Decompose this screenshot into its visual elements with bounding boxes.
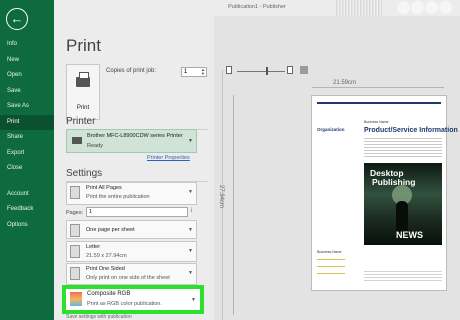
print-range-dropdown[interactable]: Print All Pages Print the entire publica… [66,182,197,205]
copies-value: 1 [184,69,188,75]
info-icon[interactable]: i [191,208,192,214]
page-section-name: Business Name [317,250,342,254]
height-ruler [233,95,234,315]
backstage-sidebar: ← Info New Open Save Save As Print Share… [0,0,54,320]
nav-item-feedback[interactable]: Feedback [0,202,54,218]
print-button-label: Print [76,105,90,111]
printer-status: Ready [87,143,103,149]
printer-dropdown[interactable]: Brother MFC-L8900CDW series Printer Read… [66,129,197,153]
chevron-down-icon: ▼ [188,270,193,276]
chevron-down-icon: ▼ [188,138,193,144]
printer-properties-link[interactable]: Printer Properties [147,155,190,161]
nav-item-print[interactable]: Print [0,114,54,130]
copies-label: Copies of print job: [106,68,157,74]
chevron-down-icon: ▼ [191,297,196,303]
width-ruler [312,87,444,88]
hero-news-label: NEWS [396,230,423,240]
printer-heading: Printer [66,116,96,127]
nav-item-export[interactable]: Export [0,146,54,162]
save-settings-checkbox[interactable]: Save settings with publication [66,314,132,320]
color-mode-desc: Print as RGB color publication. [87,301,162,307]
rgb-color-icon [70,292,82,306]
page-hero-image: Desktop Publishing NEWS [364,163,442,245]
paper-icon [70,245,80,258]
fit-page-icon[interactable] [300,66,308,74]
chevron-down-icon: ▼ [188,248,193,254]
hero-title-line2: Publishing [372,177,416,187]
spinner-arrows-icon[interactable]: ▲ ▼ [201,68,205,76]
page-footer-text [364,271,442,281]
printer-name: Brother MFC-L8900CDW series Printer [87,133,183,139]
printer-icon [76,72,90,87]
single-page-view-icon[interactable] [226,66,232,74]
pages-icon [70,186,80,199]
nav-item-account[interactable]: Account [0,187,54,203]
print-range-desc: Print the entire publication [86,194,150,200]
copies-stepper[interactable]: 1 ▲ ▼ [181,67,207,77]
pages-per-sheet-dropdown[interactable]: One page per sheet ▼ [66,220,197,239]
sides-desc: Only print on one side of the sheet [86,275,170,281]
nav-item-share[interactable]: Share [0,130,54,146]
one-sided-icon [70,267,80,280]
page-accent-line [317,273,345,274]
sides-label: Print One Sided [86,266,125,272]
chevron-down-icon: ▼ [188,227,193,233]
zoom-slider[interactable] [237,71,285,72]
title-decoration [397,1,452,15]
page-logo-text: Organization [317,127,345,132]
pages-input[interactable]: 1 [86,207,188,217]
paper-size-desc: 21.59 x 27.94cm [86,253,127,259]
page-accent-line [317,259,345,260]
print-button[interactable]: Print [66,64,100,120]
print-range-label: Print All Pages [86,185,122,191]
color-mode-dropdown[interactable]: Composite RGB Print as RGB color publica… [62,285,204,314]
pages-label: Pages: [66,210,84,216]
page-body-text [364,138,442,158]
settings-heading: Settings [66,168,103,179]
zoom-slider-thumb[interactable] [266,67,268,75]
backstage-nav: Info New Open Save Save As Print Share E… [0,37,54,233]
nav-item-info[interactable]: Info [0,37,54,53]
nav-item-open[interactable]: Open [0,68,54,84]
preview-page: Organization Business Name Product/Servi… [311,95,458,291]
page-title-text: Product/Service Information [364,127,458,134]
page-accent-line [317,266,345,267]
page-header-bar [317,102,441,104]
page-business-name: Business Name [364,120,389,124]
page-height-label: 27.94cm [218,185,224,209]
page-width-label: 21.59cm [333,80,357,86]
nav-item-new[interactable]: New [0,53,54,69]
page-title: Print [66,36,101,55]
back-arrow-icon[interactable]: ← [6,8,28,30]
nav-gap [0,177,54,187]
paper-size-label: Letter [86,244,101,250]
nav-item-save[interactable]: Save [0,84,54,100]
sides-dropdown[interactable]: Print One Sided Only print on one side o… [66,263,197,285]
title-pattern [336,0,382,16]
multiple-page-view-icon[interactable] [287,66,293,74]
color-mode-label: Composite RGB [87,291,131,297]
printer-icon [72,137,82,144]
single-page-icon [70,224,80,237]
paper-size-dropdown[interactable]: Letter 21.59 x 27.94cm ▼ [66,241,197,262]
nav-item-save-as[interactable]: Save As [0,99,54,115]
pages-per-sheet-label: One page per sheet [86,227,135,233]
chevron-down-icon: ▼ [188,189,193,195]
nav-item-options[interactable]: Options [0,218,54,234]
nav-item-close[interactable]: Close [0,161,54,177]
